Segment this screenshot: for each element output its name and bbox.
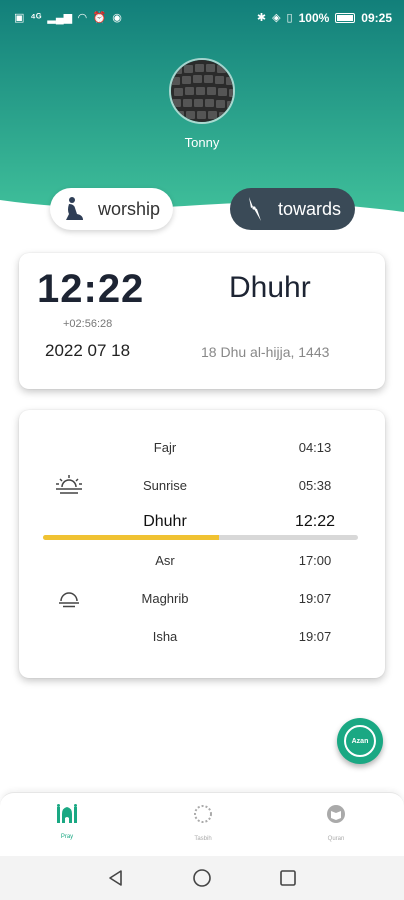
bluetooth-icon: ✱ (256, 11, 267, 24)
nav-item-tasbih[interactable]: Tasbih (173, 803, 233, 842)
wifi-icon: ◠ (78, 11, 87, 24)
vibrate-icon: ▯ (286, 11, 293, 24)
sunrise-icon (55, 473, 83, 497)
azan-label: Azan (351, 737, 369, 745)
battery-percent: 100% (298, 11, 330, 25)
prayer-name: Sunrise (142, 477, 188, 493)
app-notification-icon: ◉ (112, 11, 122, 24)
prayer-row-maghrib: Maghrib 19:07 (19, 586, 385, 610)
prayer-row-isha: Isha 19:07 (19, 624, 385, 648)
username: Tonny (184, 135, 220, 150)
location-icon: ◈ (272, 11, 281, 24)
prayer-time: 19:07 (298, 590, 332, 606)
avatar[interactable] (169, 58, 235, 124)
recents-icon[interactable] (278, 868, 298, 888)
towards-tab[interactable]: towards (230, 188, 355, 230)
compass-needle-icon (240, 194, 270, 224)
nav-label: Tasbih (194, 836, 212, 842)
prayer-name: Dhuhr (143, 513, 187, 530)
prayer-row-dhuhr: Dhuhr 12:22 (19, 510, 385, 534)
praying-person-icon (60, 194, 90, 224)
header: ▣ ⁴ᴳ ▂▄▆ ◠ ⏰ ◉ ✱ ◈ ▯ 100% 09:25 Tonny wo… (0, 0, 404, 240)
prayer-row-asr: Asr 17:00 (19, 548, 385, 572)
signal-icon: ▂▄▆ (47, 11, 73, 24)
status-time: 09:25 (361, 11, 392, 25)
network-icon: ⁴ᴳ (30, 11, 42, 24)
prayer-name: Fajr (153, 439, 177, 455)
nav-label: Quran (327, 836, 345, 842)
hijri-date: 18 Dhu al-hijja, 1443 (201, 344, 330, 360)
prayer-name: Asr (155, 552, 175, 568)
prayer-progress-bar (43, 535, 358, 540)
azan-button[interactable]: Azan (337, 718, 383, 764)
sunset-icon (55, 586, 83, 610)
mosque-icon (56, 803, 78, 828)
prayer-time: 17:00 (298, 552, 332, 568)
back-icon[interactable] (106, 868, 126, 888)
gregorian-date: 2022 07 18 (45, 341, 131, 360)
tasbih-icon (192, 803, 214, 830)
prayer-time: 04:13 (298, 439, 332, 455)
prayer-progress-fill (43, 535, 220, 540)
prayer-time: 19:07 (298, 628, 332, 644)
current-prayer-name: Dhuhr (229, 271, 311, 304)
nav-label: Pray (60, 834, 74, 840)
system-navigation-bar (0, 856, 404, 900)
quran-icon (325, 803, 347, 830)
prayer-time: 05:38 (298, 477, 332, 493)
bottom-navigation: Pray Tasbih Quran (0, 792, 404, 856)
nav-item-pray[interactable]: Pray (37, 803, 97, 840)
prayer-name: Maghrib (141, 590, 189, 606)
towards-tab-label: towards (278, 198, 342, 219)
prayer-times-card: Fajr 04:13 Sunrise 05:38 Dhuhr 12:22 Asr… (19, 410, 385, 678)
time-card: 12:22 +02:56:28 2022 07 18 Dhuhr 18 Dhu … (19, 253, 385, 389)
worship-tab[interactable]: worship (50, 188, 173, 230)
battery-icon (335, 13, 356, 23)
azan-icon: Azan (344, 725, 376, 757)
prayer-name: Isha (152, 628, 178, 644)
prayer-row-sunrise: Sunrise 05:38 (19, 473, 385, 497)
home-icon[interactable] (192, 868, 212, 888)
prayer-time: 12:22 (294, 513, 336, 530)
worship-tab-label: worship (98, 198, 161, 219)
time-offset: +02:56:28 (63, 318, 113, 330)
alarm-icon: ⏰ (92, 11, 107, 24)
status-bar: ▣ ⁴ᴳ ▂▄▆ ◠ ⏰ ◉ ✱ ◈ ▯ 100% 09:25 (0, 0, 404, 36)
nav-item-quran[interactable]: Quran (306, 803, 366, 842)
current-time: 12:22 (37, 267, 145, 311)
prayer-row-fajr: Fajr 04:13 (19, 435, 385, 459)
hd-icon: ▣ (14, 11, 25, 24)
